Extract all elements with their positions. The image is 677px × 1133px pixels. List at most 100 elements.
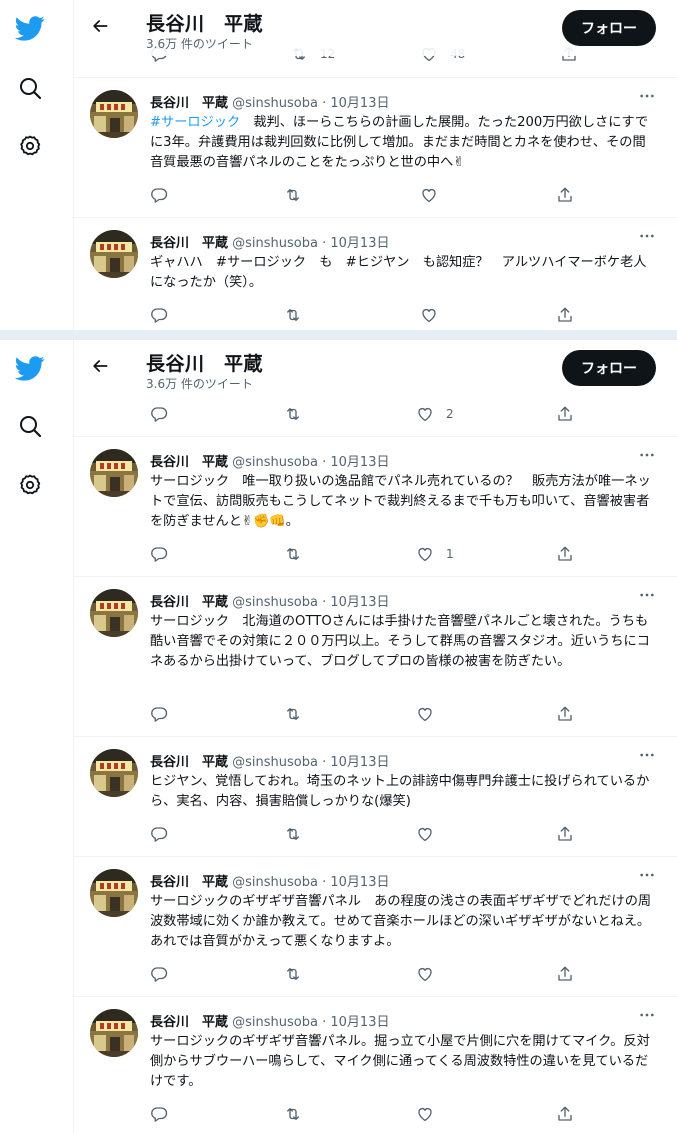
share-icon[interactable] (556, 704, 574, 724)
more-options-icon[interactable] (637, 447, 657, 463)
avatar[interactable] (90, 1009, 138, 1057)
tweet-date[interactable]: 10月13日 (330, 236, 389, 251)
settings-gear-icon[interactable] (12, 128, 48, 164)
tweet-date[interactable]: 10月13日 (330, 595, 389, 610)
tweet-header: 長谷川 平蔵 @sinshusoba · 10月13日 (150, 875, 390, 890)
share-icon[interactable] (556, 544, 574, 564)
tweet-count: 3.6万 件のツイート (146, 37, 253, 51)
search-icon[interactable] (12, 408, 48, 444)
twitter-bird-icon[interactable] (12, 350, 48, 386)
retweet-icon[interactable] (284, 185, 302, 205)
reply-icon[interactable] (150, 404, 168, 424)
author-name[interactable]: 長谷川 平蔵 (150, 455, 228, 470)
more-options-icon[interactable] (637, 587, 657, 603)
author-handle[interactable]: @sinshusoba (232, 236, 318, 251)
more-options-icon[interactable] (637, 747, 657, 763)
tweet[interactable]: 長谷川 平蔵 @sinshusoba · 10月13日 サーロジック 北海道のO… (74, 576, 677, 736)
author-handle[interactable]: @sinshusoba (232, 595, 318, 610)
like-icon (420, 186, 438, 204)
avatar[interactable] (90, 449, 138, 497)
hashtag-link[interactable]: #サーロジック (150, 115, 240, 130)
follow-button[interactable]: フォロー (562, 350, 656, 386)
share-icon[interactable] (556, 1104, 574, 1124)
tweet-actions (150, 305, 570, 325)
twitter-bird-icon[interactable] (12, 10, 48, 46)
retweet-icon[interactable] (284, 824, 302, 844)
more-options-icon[interactable] (637, 88, 657, 104)
share-icon[interactable] (556, 824, 574, 844)
like-icon (416, 825, 434, 843)
reply-icon[interactable] (150, 1104, 168, 1124)
like-count: 2 (446, 407, 454, 421)
tweet[interactable]: 長谷川 平蔵 @sinshusoba · 10月13日 サーロジックのギザギザ音… (74, 996, 677, 1133)
tweet-date[interactable]: 10月13日 (330, 455, 389, 470)
tweet[interactable]: 長谷川 平蔵 @sinshusoba · 10月13日 サーロジックのギザギザ音… (74, 856, 677, 996)
like-button[interactable] (416, 824, 446, 844)
like-icon (416, 405, 434, 423)
author-handle[interactable]: @sinshusoba (232, 875, 318, 890)
tweet[interactable]: 長谷川 平蔵 @sinshusoba · 10月13日 ギャハハ #サーロジック… (74, 217, 677, 330)
retweet-icon[interactable] (284, 704, 302, 724)
like-button[interactable] (416, 704, 446, 724)
reply-icon[interactable] (150, 964, 168, 984)
like-button[interactable]: 2 (416, 404, 454, 424)
back-arrow-icon[interactable] (84, 10, 116, 42)
like-button[interactable] (420, 305, 450, 325)
tweet-date[interactable]: 10月13日 (330, 875, 389, 890)
tweet[interactable]: 長谷川 平蔵 @sinshusoba · 10月13日 #サーロジック 裁判、ほ… (74, 77, 677, 217)
retweet-icon[interactable] (284, 1104, 302, 1124)
tweet-date[interactable]: 10月13日 (330, 755, 389, 770)
tweet-actions (150, 185, 570, 205)
more-options-icon[interactable] (637, 867, 657, 883)
avatar[interactable] (90, 589, 138, 637)
share-icon[interactable] (556, 305, 574, 325)
avatar[interactable] (90, 869, 138, 917)
like-button[interactable] (420, 185, 450, 205)
follow-button[interactable]: フォロー (562, 10, 656, 46)
author-name[interactable]: 長谷川 平蔵 (150, 236, 228, 251)
like-button[interactable] (416, 964, 446, 984)
author-name[interactable]: 長谷川 平蔵 (150, 755, 228, 770)
tweet-actions (150, 824, 570, 844)
tweet-date[interactable]: 10月13日 (330, 96, 389, 111)
like-icon (416, 965, 434, 983)
retweet-icon[interactable] (284, 544, 302, 564)
tweet[interactable]: 長谷川 平蔵 @sinshusoba · 10月13日 サーロジック 唯一取り扱… (74, 436, 677, 576)
back-arrow-icon[interactable] (84, 350, 116, 382)
author-name[interactable]: 長谷川 平蔵 (150, 96, 228, 111)
more-options-icon[interactable] (637, 1007, 657, 1023)
reply-icon[interactable] (150, 185, 168, 205)
author-name[interactable]: 長谷川 平蔵 (150, 1015, 228, 1030)
author-handle[interactable]: @sinshusoba (232, 1015, 318, 1030)
like-icon (416, 705, 434, 723)
settings-gear-icon[interactable] (12, 467, 48, 503)
more-options-icon[interactable] (637, 228, 657, 244)
avatar[interactable] (90, 749, 138, 797)
author-handle[interactable]: @sinshusoba (232, 755, 318, 770)
retweet-icon[interactable] (284, 305, 302, 325)
author-handle[interactable]: @sinshusoba (232, 96, 318, 111)
tweet-date[interactable]: 10月13日 (330, 1015, 389, 1030)
tweet-actions (150, 1104, 570, 1124)
retweet-icon[interactable] (284, 964, 302, 984)
top-screenshot-panel: 12 48 長谷川 平蔵 3.6万 件のツイート フォロー 長谷川 平蔵 @si… (0, 0, 677, 330)
author-handle[interactable]: @sinshusoba (232, 455, 318, 470)
tweet[interactable]: 長谷川 平蔵 @sinshusoba · 10月13日 ヒジヤン、覚悟しておれ。… (74, 736, 677, 856)
like-button[interactable] (416, 1104, 446, 1124)
avatar[interactable] (90, 230, 138, 278)
share-icon[interactable] (556, 185, 574, 205)
reply-icon[interactable] (150, 544, 168, 564)
reply-icon[interactable] (150, 305, 168, 325)
timeline: 12 48 長谷川 平蔵 3.6万 件のツイート フォロー 長谷川 平蔵 @si… (74, 0, 677, 330)
share-icon[interactable] (556, 964, 574, 984)
search-icon[interactable] (12, 70, 48, 106)
author-name[interactable]: 長谷川 平蔵 (150, 875, 228, 890)
reply-icon[interactable] (150, 824, 168, 844)
like-button[interactable]: 1 (416, 544, 454, 564)
share-icon[interactable] (556, 404, 574, 424)
avatar[interactable] (90, 90, 138, 138)
retweet-button[interactable] (284, 404, 314, 424)
left-navigation (0, 340, 74, 1133)
reply-icon[interactable] (150, 704, 168, 724)
author-name[interactable]: 長谷川 平蔵 (150, 595, 228, 610)
